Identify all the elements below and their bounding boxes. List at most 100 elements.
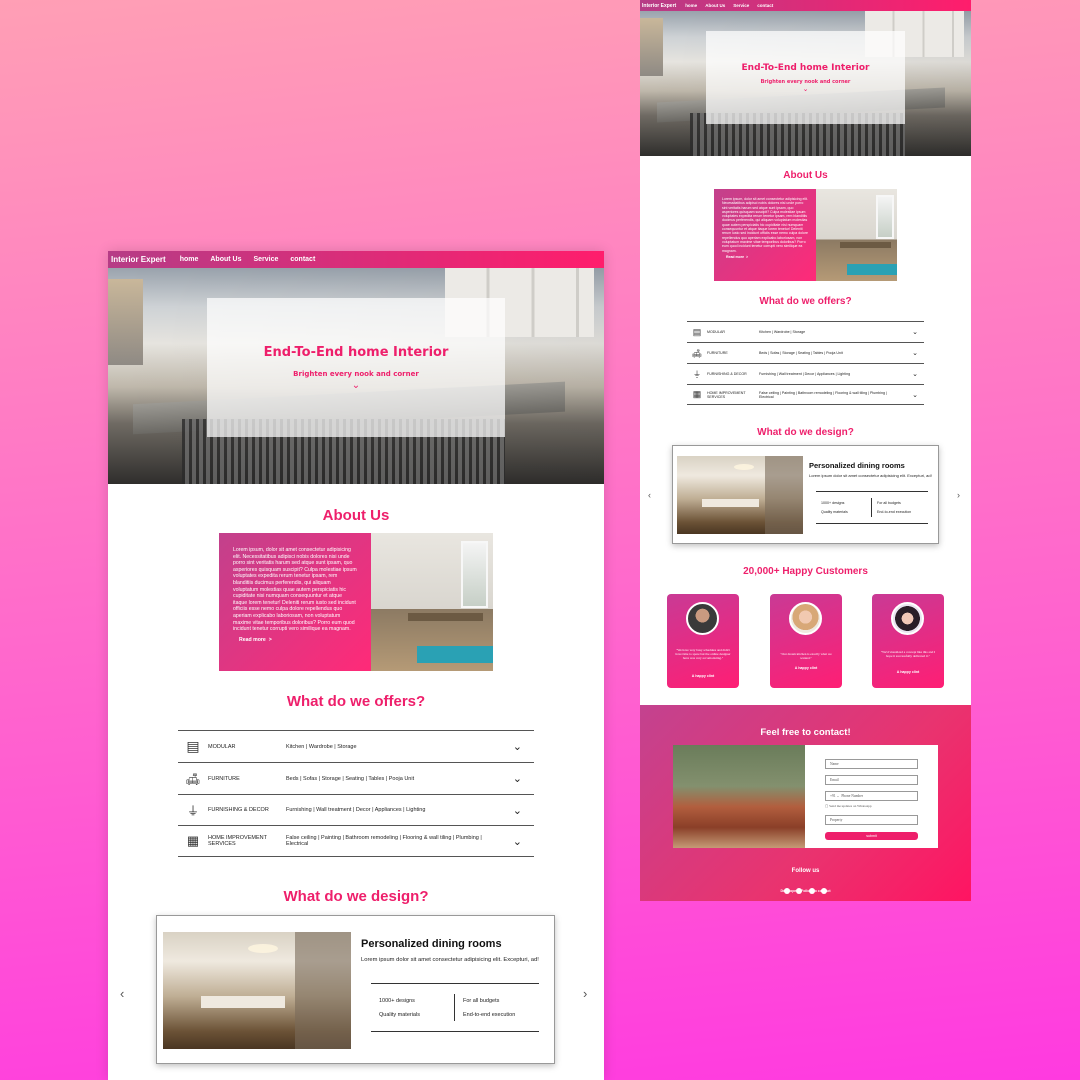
- follow-title: Follow us: [791, 868, 820, 874]
- offer-row-improvement[interactable]: ▦ HOME IMPROVEMENT SERVICES False ceilin…: [178, 825, 534, 857]
- offer-details: Beds | Sofas | Storage | Seating | Table…: [759, 351, 843, 355]
- offers-list: ▤ MODULAR Kitchen | Wardrobe | Storage ⌄…: [178, 730, 534, 857]
- review-card: "We have very busy schedules and didn't …: [667, 594, 739, 688]
- feature-item: 1000+ designs: [821, 501, 845, 505]
- read-more-link[interactable]: Read more >: [239, 637, 357, 644]
- offers-list: ▤ MODULAR Kitchen | Wardrobe | Storage ⌄…: [687, 321, 924, 405]
- avatar: [789, 602, 822, 635]
- about-card: Lorem ipsum, dolor sit amet consectetur …: [219, 533, 493, 671]
- design-features: 1000+ designs Quality materials For all …: [371, 983, 539, 1032]
- offer-row-decor[interactable]: ⏚ FURNISHING & DECOR Furnishing | Wall t…: [178, 794, 534, 825]
- carousel-next-icon[interactable]: ›: [583, 986, 587, 1001]
- hero-title: End-To-End home Interior: [741, 62, 870, 73]
- chevron-down-icon[interactable]: ⌄: [513, 835, 522, 848]
- property-input[interactable]: Property: [825, 815, 918, 825]
- hero-overlay: End-To-End home Interior Brighten every …: [207, 298, 505, 437]
- review-quote: "We have very busy schedules and didn't …: [675, 648, 731, 661]
- nav-contact[interactable]: contact: [290, 256, 315, 263]
- design-card-title: Personalized dining rooms: [809, 461, 905, 470]
- bricks-icon: ▦: [186, 833, 200, 848]
- offer-details: Furnishing | Wall treatment | Decor | Ap…: [759, 372, 851, 376]
- chevron-down-icon[interactable]: ⌄: [513, 804, 522, 817]
- read-more-link[interactable]: Read more >: [726, 255, 808, 259]
- brand-logo[interactable]: Interior Expert: [642, 3, 676, 9]
- offer-row-modular[interactable]: ▤ MODULAR Kitchen | Wardrobe | Storage ⌄: [687, 321, 924, 342]
- about-card: Lorem ipsum, dolor sit amet consectetur …: [714, 189, 897, 281]
- design-card-text: Lorem ipsum dolor sit amet consectetur a…: [361, 957, 539, 963]
- offer-name: MODULAR: [208, 743, 236, 750]
- lamp-icon: ⏚: [186, 803, 199, 818]
- offer-name: FURNISHING & DECOR: [208, 807, 269, 813]
- chevron-down-icon[interactable]: ⌄: [352, 380, 360, 391]
- carousel-next-icon[interactable]: ›: [957, 490, 960, 500]
- lamp-icon: ⏚: [693, 369, 701, 379]
- review-card: "Our dream kitchen is exactly what we wa…: [770, 594, 842, 688]
- offer-row-furniture[interactable]: 🛋 FURNITURE Beds | Sofas | Storage | Sea…: [178, 762, 534, 794]
- offers-title: What do we offers?: [286, 693, 426, 710]
- carousel-prev-icon[interactable]: ‹: [648, 490, 651, 500]
- chevron-down-icon[interactable]: ⌄: [513, 740, 522, 753]
- navbar: Interior Expert home About Us Service co…: [108, 251, 604, 268]
- dining-photo: [163, 932, 351, 1049]
- chevron-down-icon[interactable]: ⌄: [803, 85, 809, 93]
- feature-item: Quality materials: [821, 510, 848, 514]
- design-features: 1000+ designs Quality materials For all …: [816, 491, 928, 524]
- phone-input[interactable]: +91 ⌄ Phone Number: [825, 791, 918, 801]
- about-photo: [816, 189, 897, 281]
- offer-row-furniture[interactable]: 🛋 FURNITURE Beds | Sofas | Storage | Sea…: [687, 342, 924, 363]
- design-card: Personalized dining rooms Lorem ipsum do…: [156, 915, 555, 1064]
- name-input[interactable]: Name: [825, 759, 918, 769]
- navbar: Interior Expert home About Us Service co…: [640, 0, 971, 11]
- brand-logo[interactable]: Interior Expert: [111, 255, 166, 264]
- design-card: Personalized dining rooms Lorem ipsum do…: [672, 445, 939, 544]
- offer-name: FURNITURE: [707, 351, 728, 355]
- design-title: What do we design?: [757, 427, 854, 438]
- hero: End-To-End home Interior Brighten every …: [640, 11, 971, 156]
- feature-item: End-to-end execution: [877, 510, 912, 514]
- dining-photo: [677, 456, 803, 534]
- bricks-icon: ▦: [692, 389, 702, 399]
- carousel-prev-icon[interactable]: ‹: [120, 986, 124, 1001]
- chevron-down-icon[interactable]: ⌄: [912, 370, 918, 378]
- about-title: About Us: [322, 507, 390, 524]
- contact-form: Name Email +91 ⌄ Phone Number ▢ Send me …: [805, 745, 938, 848]
- about-photo: [371, 533, 493, 671]
- avatar: [686, 602, 719, 635]
- whatsapp-checkbox[interactable]: ▢ Send me updates on WhatsApp: [825, 804, 872, 808]
- chevron-down-icon[interactable]: ⌄: [912, 349, 918, 357]
- nav-home[interactable]: home: [685, 3, 697, 8]
- nav-about[interactable]: About Us: [210, 256, 241, 263]
- nav-service[interactable]: Service: [733, 3, 749, 8]
- contact-title: Feel free to contact!: [760, 727, 851, 738]
- offer-name: HOME IMPROVEMENT SERVICES: [208, 835, 267, 847]
- review-card: "We'd visualized a concept like this and…: [872, 594, 944, 688]
- review-author: A happy clint: [896, 670, 920, 674]
- sofa-icon: 🛋: [691, 348, 703, 358]
- nav-contact[interactable]: contact: [757, 3, 773, 8]
- offer-row-modular[interactable]: ▤ MODULAR Kitchen | Wardrobe | Storage ⌄: [178, 730, 534, 762]
- kitchen-icon: ▤: [186, 738, 200, 754]
- feature-item: 1000+ designs: [379, 997, 415, 1004]
- offer-details: Kitchen | Wardrobe | Storage: [286, 743, 357, 750]
- chevron-down-icon[interactable]: ⌄: [912, 328, 918, 336]
- nav-about[interactable]: About Us: [705, 3, 725, 8]
- review-quote: "Our dream kitchen is exactly what we wa…: [780, 652, 832, 661]
- chevron-down-icon[interactable]: ⌄: [912, 391, 918, 399]
- offer-name: FURNITURE: [208, 775, 240, 782]
- email-input[interactable]: Email: [825, 775, 918, 785]
- nav-service[interactable]: Service: [253, 256, 278, 263]
- chevron-down-icon[interactable]: ⌄: [513, 772, 522, 785]
- offer-row-decor[interactable]: ⏚ FURNISHING & DECOR Furnishing | Wall t…: [687, 363, 924, 384]
- about-text-panel: Lorem ipsum, dolor sit amet consectetur …: [714, 189, 816, 281]
- footer-credit: Developer : Follow to contact: [780, 889, 831, 893]
- about-title: About Us: [783, 170, 828, 181]
- offer-row-improvement[interactable]: ▦ HOME IMPROVEMENT SERVICES False ceilin…: [687, 384, 924, 405]
- review-author: A happy clint: [691, 674, 715, 678]
- large-preview: Interior Expert home About Us Service co…: [108, 251, 604, 1080]
- design-card-text: Lorem ipsum dolor sit amet consectetur a…: [809, 473, 932, 478]
- offer-name: HOME IMPROVEMENT SERVICES: [707, 390, 746, 399]
- contact-section: Feel free to contact! Name Email +91 ⌄ P…: [640, 705, 971, 901]
- submit-button[interactable]: submit: [825, 832, 918, 840]
- nav-home[interactable]: home: [180, 256, 199, 263]
- hero-title: End-To-End home Interior: [263, 344, 449, 360]
